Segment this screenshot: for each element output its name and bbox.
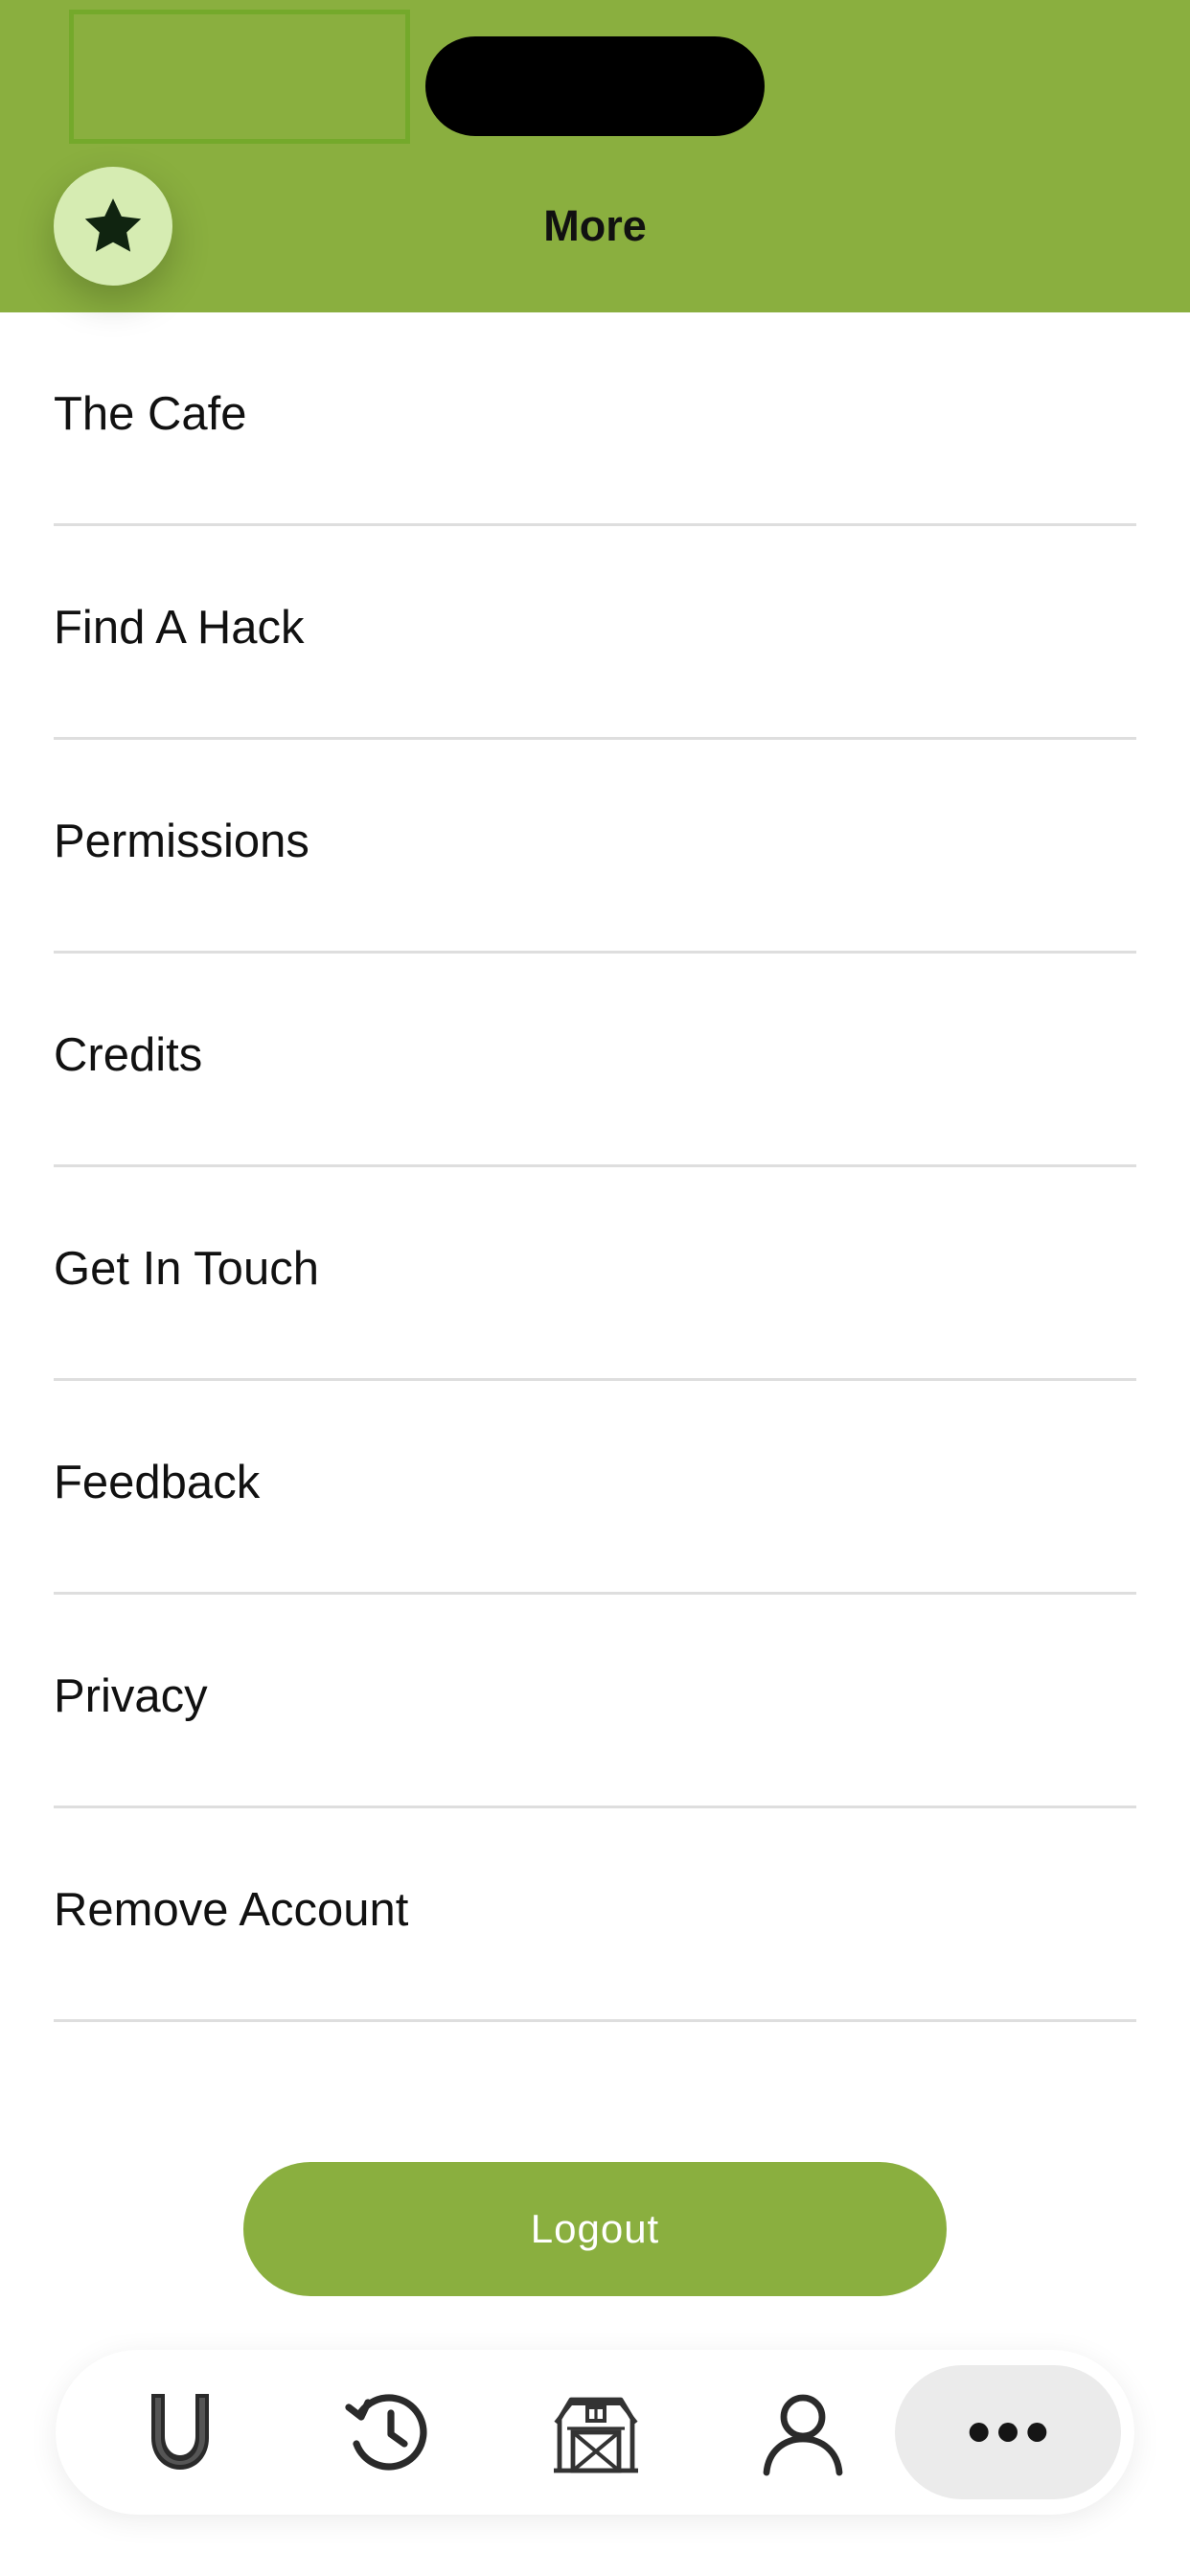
more-dots-icon [969,2423,1047,2442]
tab-barn[interactable] [529,2350,663,2515]
tab-profile[interactable] [736,2350,870,2515]
menu-item-find-a-hack[interactable]: Find A Hack [54,526,1136,740]
history-icon [345,2394,427,2471]
menu-item-label: Get In Touch [54,1243,319,1295]
menu-item-the-cafe[interactable]: The Cafe [54,312,1136,526]
menu-item-privacy[interactable]: Privacy [54,1595,1136,1808]
dynamic-island [425,36,765,136]
tab-history[interactable] [322,2350,456,2515]
horseshoe-icon [151,2394,209,2470]
page-title: More [543,201,647,250]
menu-item-label: Find A Hack [54,602,305,654]
menu-item-label: Credits [54,1029,203,1081]
menu-item-label: Remove Account [54,1884,409,1936]
menu-item-label: The Cafe [54,388,247,440]
menu-item-label: Permissions [54,816,309,867]
bottom-tab-bar [56,2350,1134,2515]
more-menu-list: The Cafe Find A Hack Permissions Credits… [54,312,1136,2022]
menu-item-remove-account[interactable]: Remove Account [54,1808,1136,2022]
menu-item-get-in-touch[interactable]: Get In Touch [54,1167,1136,1381]
profile-icon [763,2394,843,2476]
menu-item-label: Privacy [54,1670,208,1722]
tab-more[interactable] [895,2365,1121,2499]
barn-icon [554,2397,638,2473]
logout-button[interactable]: Logout [243,2162,947,2296]
menu-item-credits[interactable]: Credits [54,954,1136,1167]
status-area-outline [69,10,410,144]
menu-item-label: Feedback [54,1457,261,1508]
menu-item-feedback[interactable]: Feedback [54,1381,1136,1595]
header-bar: More [0,0,1190,312]
menu-item-permissions[interactable]: Permissions [54,740,1136,954]
tab-horseshoe[interactable] [113,2350,247,2515]
